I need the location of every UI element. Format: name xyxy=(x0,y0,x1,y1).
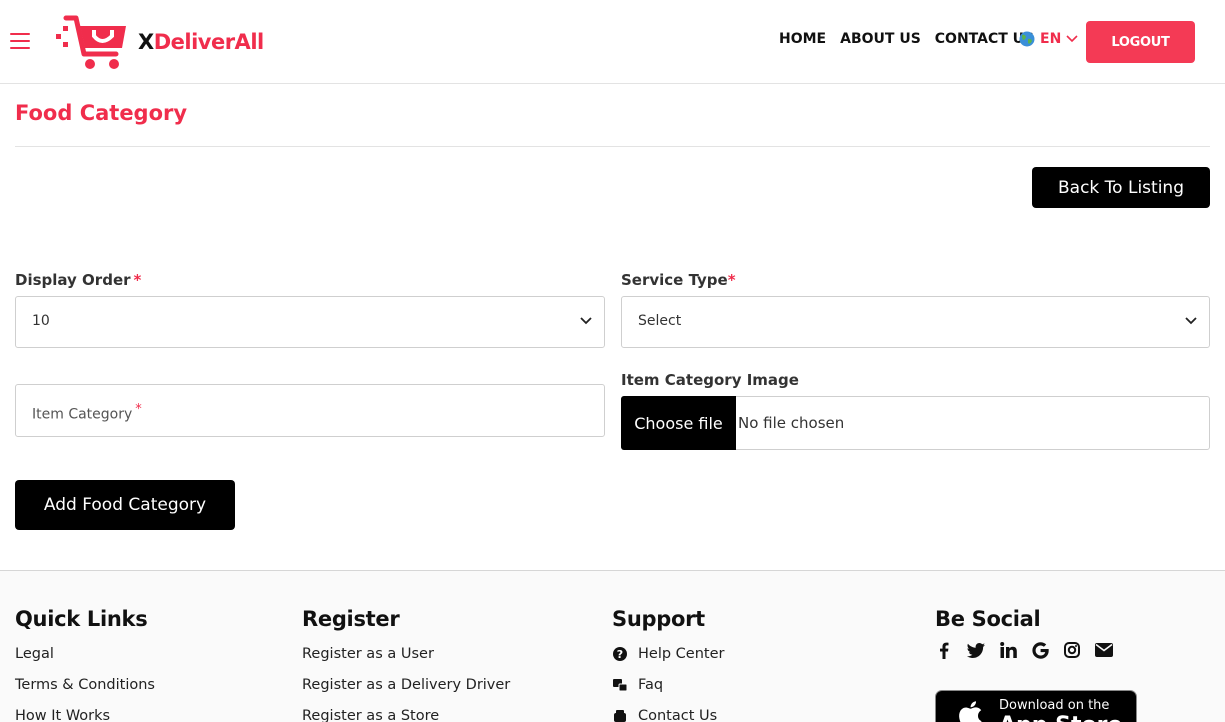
footer-link-legal[interactable]: Legal xyxy=(15,643,155,674)
service-type-value: Select xyxy=(638,313,682,329)
app-store-badge[interactable]: Download on the App Store xyxy=(935,690,1137,722)
phone-icon xyxy=(614,710,626,722)
footer-link-help-center[interactable]: ? Help Center xyxy=(612,643,724,674)
mail-icon[interactable] xyxy=(1095,641,1113,659)
footer-link-terms[interactable]: Terms & Conditions xyxy=(15,674,155,705)
language-code: EN xyxy=(1040,31,1062,47)
footer-link-register-store[interactable]: Register as a Store xyxy=(302,705,510,722)
globe-icon xyxy=(1019,31,1035,47)
page-title: Food Category xyxy=(15,101,188,125)
chevron-down-icon xyxy=(1066,35,1078,43)
service-type-label: Service Type* xyxy=(621,271,736,289)
twitter-icon[interactable] xyxy=(967,641,985,659)
be-social-heading: Be Social xyxy=(935,607,1041,631)
nav-about-us[interactable]: ABOUT US xyxy=(840,31,921,47)
app-store-small-text: Download on the xyxy=(999,698,1110,713)
item-category-image-field: Choose file No file chosen xyxy=(621,396,1210,450)
item-category-placeholder: Item Category * xyxy=(32,402,142,423)
footer-link-register-driver[interactable]: Register as a Delivery Driver xyxy=(302,674,510,705)
svg-text:?: ? xyxy=(617,648,623,661)
chevron-down-icon xyxy=(1185,317,1197,325)
google-icon[interactable] xyxy=(1031,641,1049,659)
title-divider xyxy=(15,146,1210,147)
chevron-down-icon xyxy=(580,317,592,325)
footer-support: Support ? Help Center Faq Contact Us xyxy=(612,607,724,722)
item-category-image-label: Item Category Image xyxy=(621,371,799,389)
logout-button[interactable]: LOGOUT xyxy=(1086,21,1195,63)
footer-quick-links: Quick Links Legal Terms & Conditions How… xyxy=(15,607,155,722)
display-order-select[interactable]: 10 xyxy=(15,296,605,348)
display-order-value: 10 xyxy=(32,313,50,329)
cart-logo-icon[interactable] xyxy=(54,12,128,72)
footer-be-social: Be Social xyxy=(935,607,1113,659)
main-nav: HOME ABOUT US CONTACT US xyxy=(779,31,1034,47)
register-heading: Register xyxy=(302,607,400,631)
footer-link-how-it-works[interactable]: How It Works xyxy=(15,705,155,722)
choose-file-button[interactable]: Choose file xyxy=(621,396,736,450)
footer-register: Register Register as a User Register as … xyxy=(302,607,510,722)
footer-link-faq[interactable]: Faq xyxy=(612,674,724,705)
site-header: XDeliverAll HOME ABOUT US CONTACT US EN … xyxy=(0,0,1225,84)
social-icons xyxy=(935,641,1113,659)
file-status: No file chosen xyxy=(738,414,845,432)
brand-name[interactable]: XDeliverAll xyxy=(138,30,264,54)
instagram-icon[interactable] xyxy=(1063,641,1081,659)
app-store-big-text: App Store xyxy=(999,713,1122,722)
language-selector[interactable]: EN xyxy=(1019,31,1078,47)
linkedin-icon[interactable] xyxy=(999,641,1017,659)
menu-icon[interactable] xyxy=(10,33,30,49)
quick-links-heading: Quick Links xyxy=(15,607,148,631)
support-heading: Support xyxy=(612,607,705,631)
nav-home[interactable]: HOME xyxy=(779,31,826,47)
add-food-category-button[interactable]: Add Food Category xyxy=(15,480,235,530)
back-to-listing-button[interactable]: Back To Listing xyxy=(1032,167,1210,208)
service-type-select[interactable]: Select xyxy=(621,296,1210,348)
apple-icon xyxy=(959,701,982,722)
item-category-input[interactable]: Item Category * xyxy=(15,384,605,437)
footer-link-register-user[interactable]: Register as a User xyxy=(302,643,510,674)
facebook-icon[interactable] xyxy=(935,641,953,659)
faq-icon xyxy=(613,679,628,692)
display-order-label: Display Order * xyxy=(15,271,142,289)
question-circle-icon: ? xyxy=(613,647,627,661)
footer-link-contact-us[interactable]: Contact Us xyxy=(612,705,724,722)
